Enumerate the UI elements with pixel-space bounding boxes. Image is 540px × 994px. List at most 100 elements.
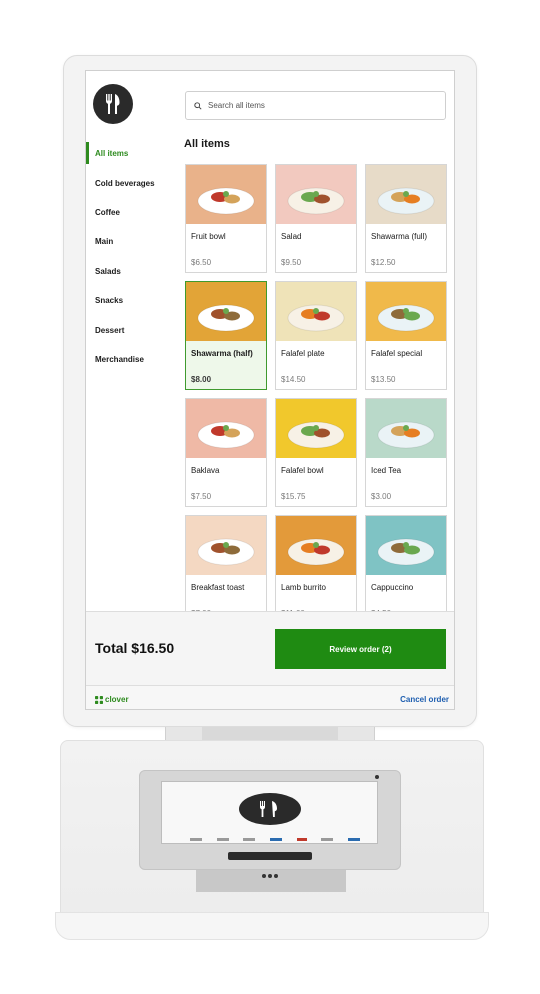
menu-item-name: Falafel bowl <box>281 466 324 475</box>
menu-item-card[interactable]: Shawarma (full) $12.50 <box>365 164 447 273</box>
menu-item-card[interactable]: Falafel special $13.50 <box>365 281 447 390</box>
category-merchandise[interactable]: Merchandise <box>86 345 176 374</box>
card-network-icon <box>269 837 282 841</box>
payment-methods-row <box>190 836 360 842</box>
food-photo <box>276 399 356 458</box>
food-photo <box>276 516 356 575</box>
menu-item-price: $8.00 <box>191 375 212 384</box>
food-photo <box>186 399 266 458</box>
menu-item-name: Breakfast toast <box>191 583 245 592</box>
amex-icon <box>347 837 360 841</box>
menu-item-price: $14.50 <box>281 375 306 384</box>
fork-knife-icon <box>106 94 120 114</box>
wallet-icon <box>216 837 229 841</box>
menu-item-image <box>276 165 356 224</box>
menu-item-card[interactable]: Falafel plate $14.50 <box>275 281 357 390</box>
category-dessert[interactable]: Dessert <box>86 315 176 344</box>
category-list: All items Cold beverages Coffee Main Salads S… <box>86 139 176 374</box>
menu-item-price: $15.75 <box>281 492 306 501</box>
footer-bar: clover Cancel order <box>86 685 454 709</box>
category-cold-beverages[interactable]: Cold beverages <box>86 168 176 197</box>
menu-item-price: $13.50 <box>371 375 396 384</box>
menu-item-image <box>276 516 356 575</box>
menu-item-price: $6.50 <box>191 258 212 267</box>
menu-item-name: Cappuccino <box>371 583 414 592</box>
menu-item-card[interactable]: Shawarma (half) $8.00 <box>185 281 267 390</box>
card-network-icon <box>321 837 334 841</box>
menu-item-image <box>276 399 356 458</box>
search-input[interactable] <box>208 101 428 110</box>
order-footer: Total $16.50 Review order (2) clover Can… <box>86 611 454 709</box>
menu-item-image <box>366 282 446 341</box>
menu-item-card[interactable]: Cappuccino$4.50 <box>365 515 447 611</box>
kiosk-neck-inner <box>202 727 338 741</box>
category-coffee[interactable]: Coffee <box>86 198 176 227</box>
category-sidebar: All items Cold beverages Coffee Main Salads S… <box>86 71 176 611</box>
card-slot <box>228 852 312 860</box>
wallet-icon <box>190 837 202 841</box>
order-total: Total $16.50 <box>95 640 175 656</box>
clover-logo: clover <box>95 695 129 704</box>
menu-item-name: Shawarma (full) <box>371 232 428 241</box>
menu-item-price: $9.50 <box>281 258 302 267</box>
food-photo <box>366 516 446 575</box>
category-snacks[interactable]: Snacks <box>86 286 176 315</box>
menu-item-image <box>366 165 446 224</box>
menu-item-card[interactable]: Breakfast toast$7.00 <box>185 515 267 611</box>
menu-item-price: $7.50 <box>191 492 212 501</box>
menu-item-name: Iced Tea <box>371 466 402 475</box>
menu-item-card[interactable]: Baklava $7.50 <box>185 398 267 507</box>
menu-item-price: $3.00 <box>371 492 392 501</box>
menu-item-name: Lamb burrito <box>281 583 326 592</box>
camera-icon <box>375 775 379 779</box>
menu-item-price: $12.50 <box>371 258 396 267</box>
menu-grid: Fruit bowl $6.50 Salad $9.50 Shawarma (full)… <box>185 164 449 611</box>
category-all-items[interactable]: All items <box>86 139 176 168</box>
kiosk-screen: All items Cold beverages Coffee Main Salads S… <box>85 70 455 710</box>
menu-item-card[interactable]: Fruit bowl $6.50 <box>185 164 267 273</box>
cancel-order-link[interactable]: Cancel order <box>400 695 449 704</box>
menu-item-image <box>186 165 266 224</box>
food-photo <box>276 282 356 341</box>
menu-item-image <box>186 399 266 458</box>
food-photo <box>186 282 266 341</box>
menu-item-card[interactable]: Falafel bowl $15.75 <box>275 398 357 507</box>
card-network-icon <box>243 837 256 841</box>
terminal-logo <box>239 793 301 825</box>
mastercard-icon <box>296 837 307 841</box>
menu-item-name: Fruit bowl <box>191 232 226 241</box>
category-main[interactable]: Main <box>86 227 176 256</box>
restaurant-logo <box>93 84 133 124</box>
menu-item-image <box>186 282 266 341</box>
food-photo <box>186 165 266 224</box>
menu-item-name: Falafel special <box>371 349 423 358</box>
review-order-button[interactable]: Review order (2) <box>275 629 446 669</box>
search-bar[interactable] <box>185 91 446 120</box>
menu-item-image <box>276 282 356 341</box>
food-photo <box>366 165 446 224</box>
food-photo <box>186 516 266 575</box>
food-photo <box>366 399 446 458</box>
kiosk-device: All items Cold beverages Coffee Main Salads S… <box>0 0 540 994</box>
category-salads[interactable]: Salads <box>86 257 176 286</box>
menu-item-card[interactable]: Salad $9.50 <box>275 164 357 273</box>
kiosk-base-floor <box>55 912 489 940</box>
menu-item-name: Shawarma (half) <box>191 349 253 358</box>
menu-item-card[interactable]: Lamb burrito$11.00 <box>275 515 357 611</box>
menu-item-name: Baklava <box>191 466 220 475</box>
menu-grid-viewport[interactable]: Fruit bowl $6.50 Salad $9.50 Shawarma (full)… <box>185 164 449 611</box>
menu-item-name: Salad <box>281 232 302 241</box>
menu-item-image <box>186 516 266 575</box>
menu-item-image <box>366 399 446 458</box>
food-photo <box>276 165 356 224</box>
search-icon <box>194 101 202 110</box>
menu-item-image <box>366 516 446 575</box>
speaker-icon <box>262 874 278 878</box>
section-title: All items <box>184 138 230 150</box>
menu-item-card[interactable]: Iced Tea $3.00 <box>365 398 447 507</box>
fork-knife-icon <box>260 801 277 817</box>
clover-icon <box>95 695 103 704</box>
clover-wordmark: clover <box>105 695 129 704</box>
menu-item-name: Falafel plate <box>281 349 325 358</box>
food-photo <box>366 282 446 341</box>
